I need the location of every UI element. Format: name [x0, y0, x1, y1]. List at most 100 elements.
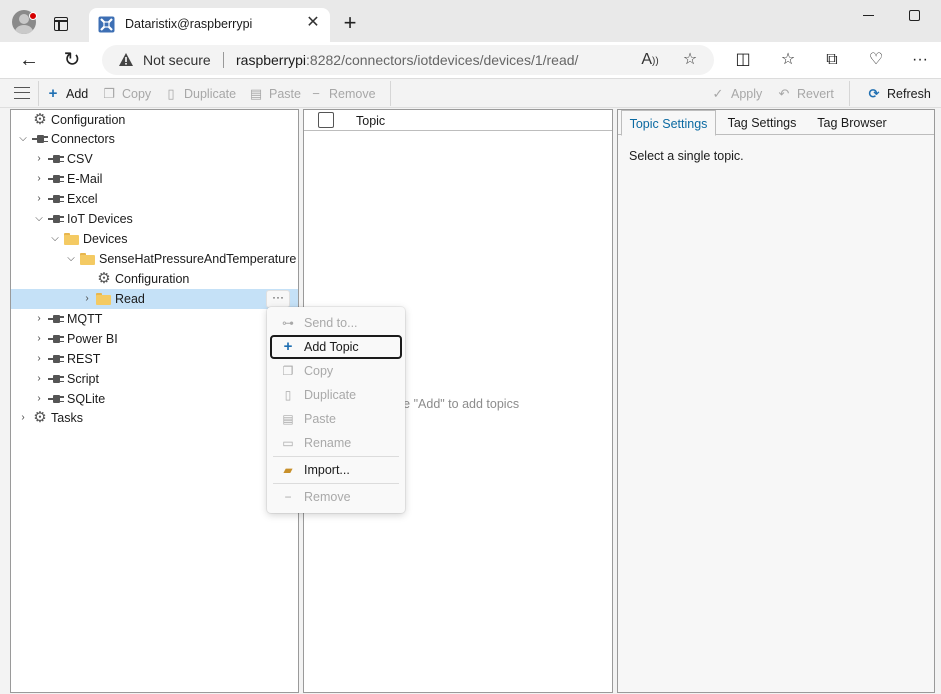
- tab-topic-settings[interactable]: Topic Settings: [621, 110, 716, 136]
- omnibox[interactable]: Not secure raspberrypi:8282/connectors/i…: [102, 45, 714, 75]
- connector-plug-icon: [48, 394, 64, 404]
- duplicate-icon: ▯: [167, 86, 175, 101]
- chevron-right-icon[interactable]: ›: [33, 169, 45, 189]
- chevron-right-icon[interactable]: ›: [17, 408, 29, 428]
- chevron-right-icon[interactable]: ›: [33, 369, 45, 389]
- not-secure-label[interactable]: Not secure: [143, 52, 211, 68]
- apply-button[interactable]: ✓ Apply: [710, 83, 763, 105]
- tree-item-device-configuration[interactable]: ⚙ Configuration: [11, 269, 298, 289]
- checkmark-icon: ✓: [712, 86, 724, 101]
- menu-item-label: Send to...: [304, 316, 358, 330]
- menu-item-copy[interactable]: ❐ Copy: [270, 359, 402, 383]
- window-minimize-button[interactable]: [862, 8, 876, 22]
- copy-icon: ❐: [282, 364, 294, 378]
- menu-item-rename[interactable]: ▭ Rename: [270, 431, 402, 455]
- duplicate-button[interactable]: ▯ Duplicate: [163, 83, 236, 105]
- chevron-right-icon[interactable]: ›: [33, 189, 45, 209]
- menu-hamburger-icon[interactable]: [14, 87, 30, 99]
- window-maximize-button[interactable]: [909, 10, 920, 21]
- refresh-button[interactable]: ⟳ Refresh: [866, 83, 931, 105]
- connector-plug-icon: [48, 174, 64, 184]
- tree-item-iot-devices[interactable]: ⌵ IoT Devices: [11, 209, 298, 229]
- tree-item-sqlite[interactable]: › SQLite: [11, 389, 298, 409]
- browser-tab-active[interactable]: Dataristix@raspberrypi ✕: [89, 8, 330, 42]
- paste-icon: ▤: [249, 86, 263, 101]
- tree-item-csv[interactable]: › CSV: [11, 149, 298, 169]
- toolbar-divider: [390, 81, 391, 106]
- tree-item-tasks[interactable]: › ⚙ Tasks: [11, 408, 298, 428]
- tree-item-label: Configuration: [51, 113, 126, 127]
- omnibox-divider: [223, 52, 224, 68]
- split-screen-icon[interactable]: ◫: [732, 49, 754, 71]
- menu-item-label: Rename: [304, 436, 352, 450]
- select-all-checkbox[interactable]: [318, 112, 334, 128]
- column-header-topic[interactable]: Topic: [356, 114, 385, 128]
- chevron-right-icon[interactable]: ›: [81, 289, 93, 309]
- tab-actions-icon[interactable]: [54, 17, 68, 31]
- chevron-down-icon[interactable]: ⌵: [65, 249, 77, 269]
- tree-item-configuration[interactable]: ⚙ Configuration: [11, 110, 298, 130]
- revert-button[interactable]: ↶ Revert: [776, 83, 834, 105]
- back-arrow-icon[interactable]: ←: [15, 47, 43, 73]
- menu-item-label: Copy: [304, 364, 334, 378]
- menu-item-add-topic[interactable]: + Add Topic: [270, 335, 402, 359]
- tree-item-mqtt[interactable]: › MQTT: [11, 309, 298, 329]
- favorites-icon[interactable]: ☆: [777, 49, 799, 71]
- chevron-down-icon[interactable]: ⌵: [33, 209, 45, 229]
- connector-plug-icon: [32, 134, 48, 144]
- chevron-right-icon[interactable]: ›: [33, 349, 45, 369]
- tree-item-power-bi[interactable]: › Power BI: [11, 329, 298, 349]
- browser-essentials-icon[interactable]: ♡: [865, 49, 887, 71]
- menu-item-send-to[interactable]: ⊶ Send to...: [270, 311, 402, 335]
- copy-button[interactable]: ❐ Copy: [101, 83, 151, 105]
- paste-button[interactable]: ▤ Paste: [248, 83, 301, 105]
- tree-item-label: REST: [67, 352, 101, 366]
- tree-item-rest[interactable]: › REST: [11, 349, 298, 369]
- tab-tag-browser[interactable]: Tag Browser: [810, 110, 894, 135]
- tree-item-label: SenseHatPressureAndTemperature: [99, 252, 297, 266]
- tree-item-excel[interactable]: › Excel: [11, 189, 298, 209]
- tree-item-connectors[interactable]: ⌵ Connectors: [11, 129, 298, 149]
- chevron-right-icon[interactable]: ›: [33, 309, 45, 329]
- refresh-label: Refresh: [887, 87, 931, 101]
- read-aloud-icon[interactable]: A)): [640, 50, 660, 70]
- menu-item-label: Duplicate: [304, 388, 357, 402]
- connector-plug-icon: [48, 334, 64, 344]
- refresh-icon: ⟳: [868, 86, 880, 101]
- chevron-down-icon[interactable]: ⌵: [49, 229, 61, 249]
- menu-item-paste[interactable]: ▤ Paste: [270, 407, 402, 431]
- reload-icon[interactable]: ↻: [58, 47, 86, 73]
- menu-item-duplicate[interactable]: ▯ Duplicate: [270, 383, 402, 407]
- gears-icon: ⚙: [33, 409, 47, 426]
- chevron-right-icon[interactable]: ›: [33, 149, 45, 169]
- tree-item-email[interactable]: › E-Mail: [11, 169, 298, 189]
- favorite-star-icon[interactable]: ☆: [680, 50, 700, 70]
- tree-item-script[interactable]: › Script: [11, 369, 298, 389]
- connector-plug-icon: [48, 154, 64, 164]
- menu-item-remove[interactable]: − Remove: [270, 485, 402, 509]
- tab-close-icon[interactable]: ✕: [304, 13, 322, 33]
- chevron-down-icon[interactable]: ⌵: [17, 129, 29, 149]
- tab-tag-settings[interactable]: Tag Settings: [718, 110, 806, 135]
- plus-icon: +: [283, 338, 293, 355]
- tree-item-sensehat[interactable]: ⌵ SenseHatPressureAndTemperature: [11, 249, 298, 269]
- connector-plug-icon: [48, 214, 64, 224]
- tree-item-read[interactable]: › Read ···: [11, 289, 298, 309]
- context-menu: ⊶ Send to... + Add Topic ❐ Copy ▯ Duplic…: [267, 307, 405, 513]
- tree-item-devices[interactable]: ⌵ Devices: [11, 229, 298, 249]
- add-button[interactable]: + Add: [45, 83, 89, 105]
- menu-item-import[interactable]: ▰ Import...: [270, 458, 402, 482]
- tree-item-label: Connectors: [51, 132, 115, 146]
- copy-icon: ❐: [103, 86, 115, 101]
- chevron-right-icon[interactable]: ›: [33, 389, 45, 409]
- paste-icon: ▤: [282, 412, 294, 426]
- collections-icon[interactable]: ⧉: [821, 49, 843, 71]
- remove-button[interactable]: − Remove: [308, 83, 375, 105]
- warning-triangle-icon[interactable]: [118, 52, 134, 67]
- settings-more-icon[interactable]: ···: [909, 49, 931, 71]
- chevron-right-icon[interactable]: ›: [33, 329, 45, 349]
- url-text[interactable]: raspberrypi:8282/connectors/iotdevices/d…: [236, 52, 578, 68]
- rename-icon: ▭: [282, 436, 294, 450]
- new-tab-button[interactable]: +: [340, 12, 360, 34]
- more-options-icon[interactable]: ···: [266, 290, 290, 308]
